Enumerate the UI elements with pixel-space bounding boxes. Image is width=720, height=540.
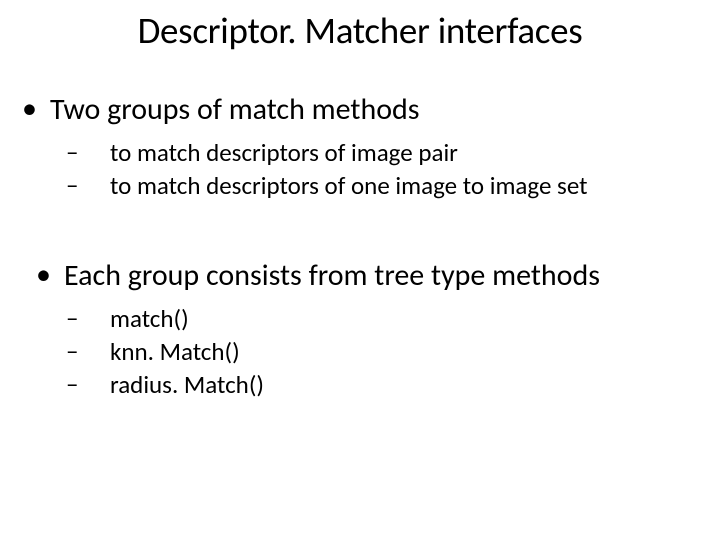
bullet-group-1: • Two groups of match methods – to match… — [0, 91, 720, 201]
sub-bullet-item: – match() — [0, 303, 720, 334]
bullet-group-2: • Each group consists from tree type met… — [0, 257, 720, 400]
sub-bullet-item: – to match descriptors of image pair — [0, 137, 720, 168]
sub-bullet-text: knn. Match() — [110, 336, 240, 367]
bullet-text: Each group consists from tree type metho… — [64, 257, 600, 295]
sub-bullet-text: radius. Match() — [110, 369, 264, 400]
slide: Descriptor. Matcher interfaces • Two gro… — [0, 0, 720, 540]
sub-bullet-item: – to match descriptors of one image to i… — [0, 170, 720, 201]
sub-bullet-marker: – — [66, 369, 110, 399]
bullet-item: • Two groups of match methods — [0, 91, 720, 129]
sub-bullet-text: match() — [110, 303, 189, 334]
bullet-item: • Each group consists from tree type met… — [0, 257, 720, 295]
sub-bullet-marker: – — [66, 137, 110, 167]
sub-bullet-marker: – — [66, 170, 110, 200]
sub-bullet-text: to match descriptors of one image to ima… — [110, 170, 588, 201]
sub-bullet-item: – knn. Match() — [0, 336, 720, 367]
slide-title: Descriptor. Matcher interfaces — [0, 8, 720, 53]
sub-bullet-marker: – — [66, 303, 110, 333]
sub-bullet-item: – radius. Match() — [0, 369, 720, 400]
bullet-marker: • — [22, 91, 50, 127]
sub-bullet-marker: – — [66, 336, 110, 366]
bullet-text: Two groups of match methods — [50, 91, 420, 129]
sub-bullet-text: to match descriptors of image pair — [110, 137, 458, 168]
bullet-marker: • — [36, 257, 64, 293]
